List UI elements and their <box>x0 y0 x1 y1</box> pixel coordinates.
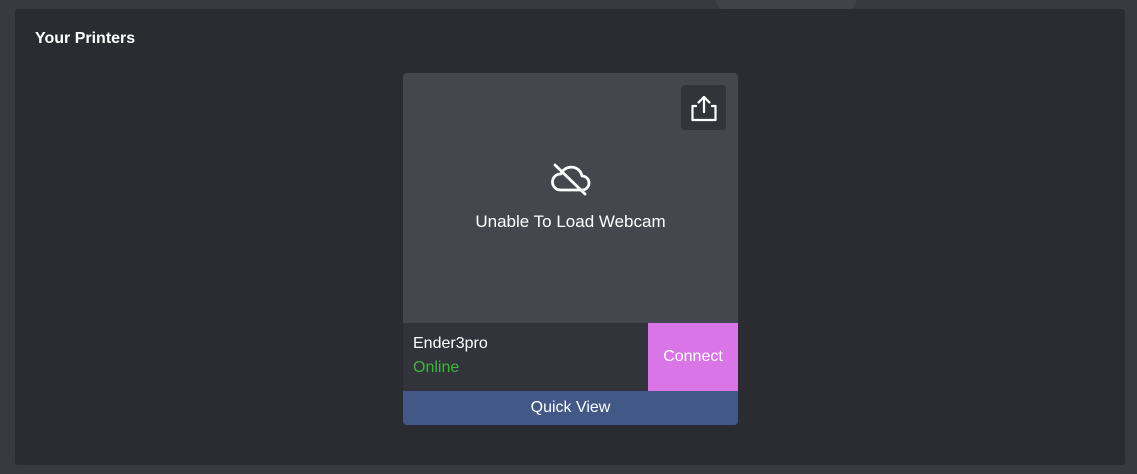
share-upload-icon <box>690 95 717 121</box>
printer-card: Unable To Load Webcam Ender3pro Online C… <box>403 73 738 425</box>
panel-title: Your Printers <box>35 30 136 47</box>
share-button[interactable] <box>681 85 726 130</box>
printer-status: Online <box>413 359 460 376</box>
cloud-off-icon <box>551 163 591 196</box>
printer-info: Ender3pro Online <box>403 323 648 391</box>
connect-button[interactable]: Connect <box>648 323 738 391</box>
webcam-view: Unable To Load Webcam <box>403 73 738 323</box>
quick-view-button[interactable]: Quick View <box>403 391 738 425</box>
webcam-error-message: Unable To Load Webcam <box>475 212 666 231</box>
printer-name: Ender3pro <box>413 335 488 352</box>
printers-panel: Your Printers Unable To Load Webcam Ende… <box>15 9 1125 465</box>
